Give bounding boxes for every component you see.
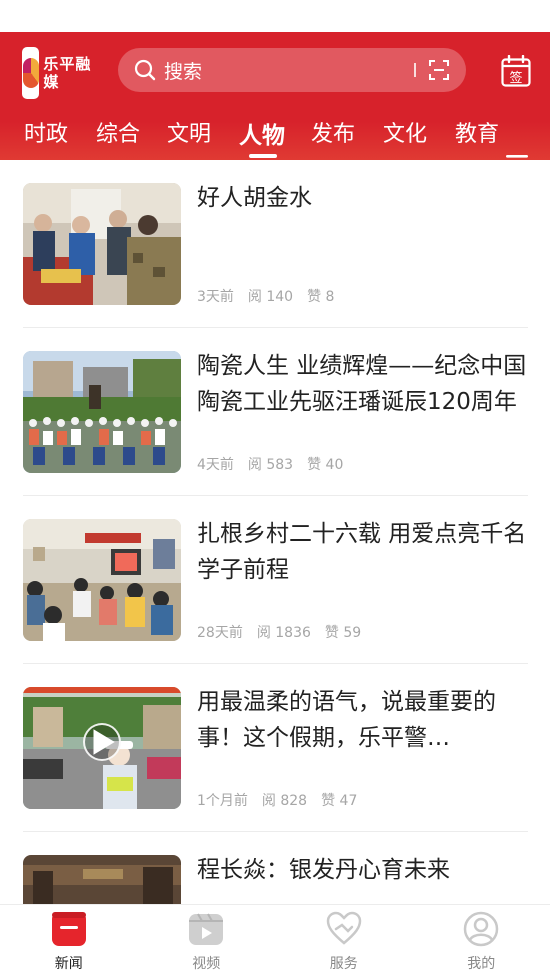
service-heart-icon xyxy=(326,911,362,945)
category-tabs: 时政 综合 文明 人物 发布 文化 教育 xyxy=(0,114,550,171)
article-time: 3天前 xyxy=(197,289,234,305)
article-likes: 赞 40 xyxy=(307,457,344,473)
tab-renwu[interactable]: 人物 xyxy=(239,116,285,150)
nav-news-label: 新闻 xyxy=(54,956,83,972)
article-reads: 阅 828 xyxy=(261,793,308,809)
video-thumbnail xyxy=(23,687,181,809)
nav-video-label: 视频 xyxy=(192,956,221,972)
article-feed: 好人胡金水 3天前 阅 140 赞 8 陶瓷人生 业绩辉煌——纪念中国陶瓷工业先… xyxy=(0,160,550,904)
nav-mine[interactable]: 我的 xyxy=(413,905,550,979)
article-reads: 阅 1836 xyxy=(256,625,311,641)
tab-fabu[interactable]: 发布 xyxy=(311,116,355,148)
search-icon xyxy=(134,59,156,81)
article-meta: 1个月前 阅 828 赞 47 xyxy=(197,790,357,810)
calendar-signin-icon[interactable]: 签 xyxy=(501,55,531,87)
nav-mine-label: 我的 xyxy=(467,956,496,972)
article-reads: 阅 583 xyxy=(247,457,294,473)
article-time: 1个月前 xyxy=(197,793,248,809)
article-title: 扎根乡村二十六载 用爱点亮千名学子前程 xyxy=(197,521,527,583)
article-item[interactable]: 扎根乡村二十六载 用爱点亮千名学子前程 28天前 阅 1836 赞 59 xyxy=(23,496,528,664)
article-title: 用最温柔的语气，说最重要的事！这个假期，乐平警花“小…… xyxy=(197,689,496,751)
article-thumbnail xyxy=(23,519,181,641)
nav-news[interactable]: 新闻 xyxy=(0,905,138,979)
article-reads: 阅 140 xyxy=(247,289,294,305)
search-divider xyxy=(414,63,416,77)
article-thumbnail xyxy=(23,351,181,473)
article-time: 4天前 xyxy=(197,457,234,473)
tab-shizheng[interactable]: 时政 xyxy=(24,116,68,148)
calendar-label: 签 xyxy=(509,70,522,86)
status-bar xyxy=(0,0,550,32)
article-item[interactable]: 程长焱：银发丹心育未来 xyxy=(23,832,528,904)
article-likes: 赞 8 xyxy=(307,289,335,305)
news-icon xyxy=(51,912,86,946)
nav-service[interactable]: 服务 xyxy=(275,905,413,979)
app-header: 乐平融媒 搜索 签 时政 综合 文明 人物 发布 文化 教育 xyxy=(0,32,550,171)
bottom-nav: 新闻 视频 服务 我的 xyxy=(0,904,550,979)
article-item[interactable]: 好人胡金水 3天前 阅 140 赞 8 xyxy=(23,160,528,328)
article-meta: 3天前 阅 140 赞 8 xyxy=(197,286,334,306)
tab-wenhua[interactable]: 文化 xyxy=(383,116,427,148)
active-tab-indicator xyxy=(249,154,277,158)
search-placeholder: 搜索 xyxy=(164,60,203,83)
logo-badge xyxy=(22,47,40,99)
search-bar[interactable]: 搜索 xyxy=(118,48,466,92)
article-meta: 4天前 阅 583 赞 40 xyxy=(197,454,343,474)
article-item[interactable]: 陶瓷人生 业绩辉煌——纪念中国陶瓷工业先驱汪璠诞辰120周年 4天前 阅 583… xyxy=(23,328,528,496)
logo-name: 乐平融媒 xyxy=(43,55,92,91)
tab-zonghe[interactable]: 综合 xyxy=(96,116,140,148)
article-item[interactable]: 用最温柔的语气，说最重要的事！这个假期，乐平警花“小…… 1个月前 阅 828 … xyxy=(23,664,528,832)
article-title: 陶瓷人生 业绩辉煌——纪念中国陶瓷工业先驱汪璠诞辰120周年 xyxy=(197,353,527,415)
tab-wenming[interactable]: 文明 xyxy=(167,116,211,148)
app-logo: 乐平融媒 xyxy=(22,46,94,100)
article-time: 28天前 xyxy=(197,625,243,641)
scan-icon[interactable] xyxy=(428,59,450,81)
article-likes: 赞 59 xyxy=(324,625,362,641)
tab-jiaoyu[interactable]: 教育 xyxy=(455,116,499,148)
article-meta: 28天前 阅 1836 赞 59 xyxy=(197,622,361,642)
nav-service-label: 服务 xyxy=(329,956,358,972)
article-title: 好人胡金水 xyxy=(197,185,312,211)
nav-video[interactable]: 视频 xyxy=(138,905,276,979)
video-icon xyxy=(189,913,224,945)
article-title: 程长焱：银发丹心育未来 xyxy=(197,857,450,883)
profile-icon xyxy=(464,911,499,947)
article-thumbnail xyxy=(23,855,181,904)
article-likes: 赞 47 xyxy=(321,793,358,809)
play-icon[interactable] xyxy=(83,723,121,761)
article-thumbnail xyxy=(23,183,181,305)
